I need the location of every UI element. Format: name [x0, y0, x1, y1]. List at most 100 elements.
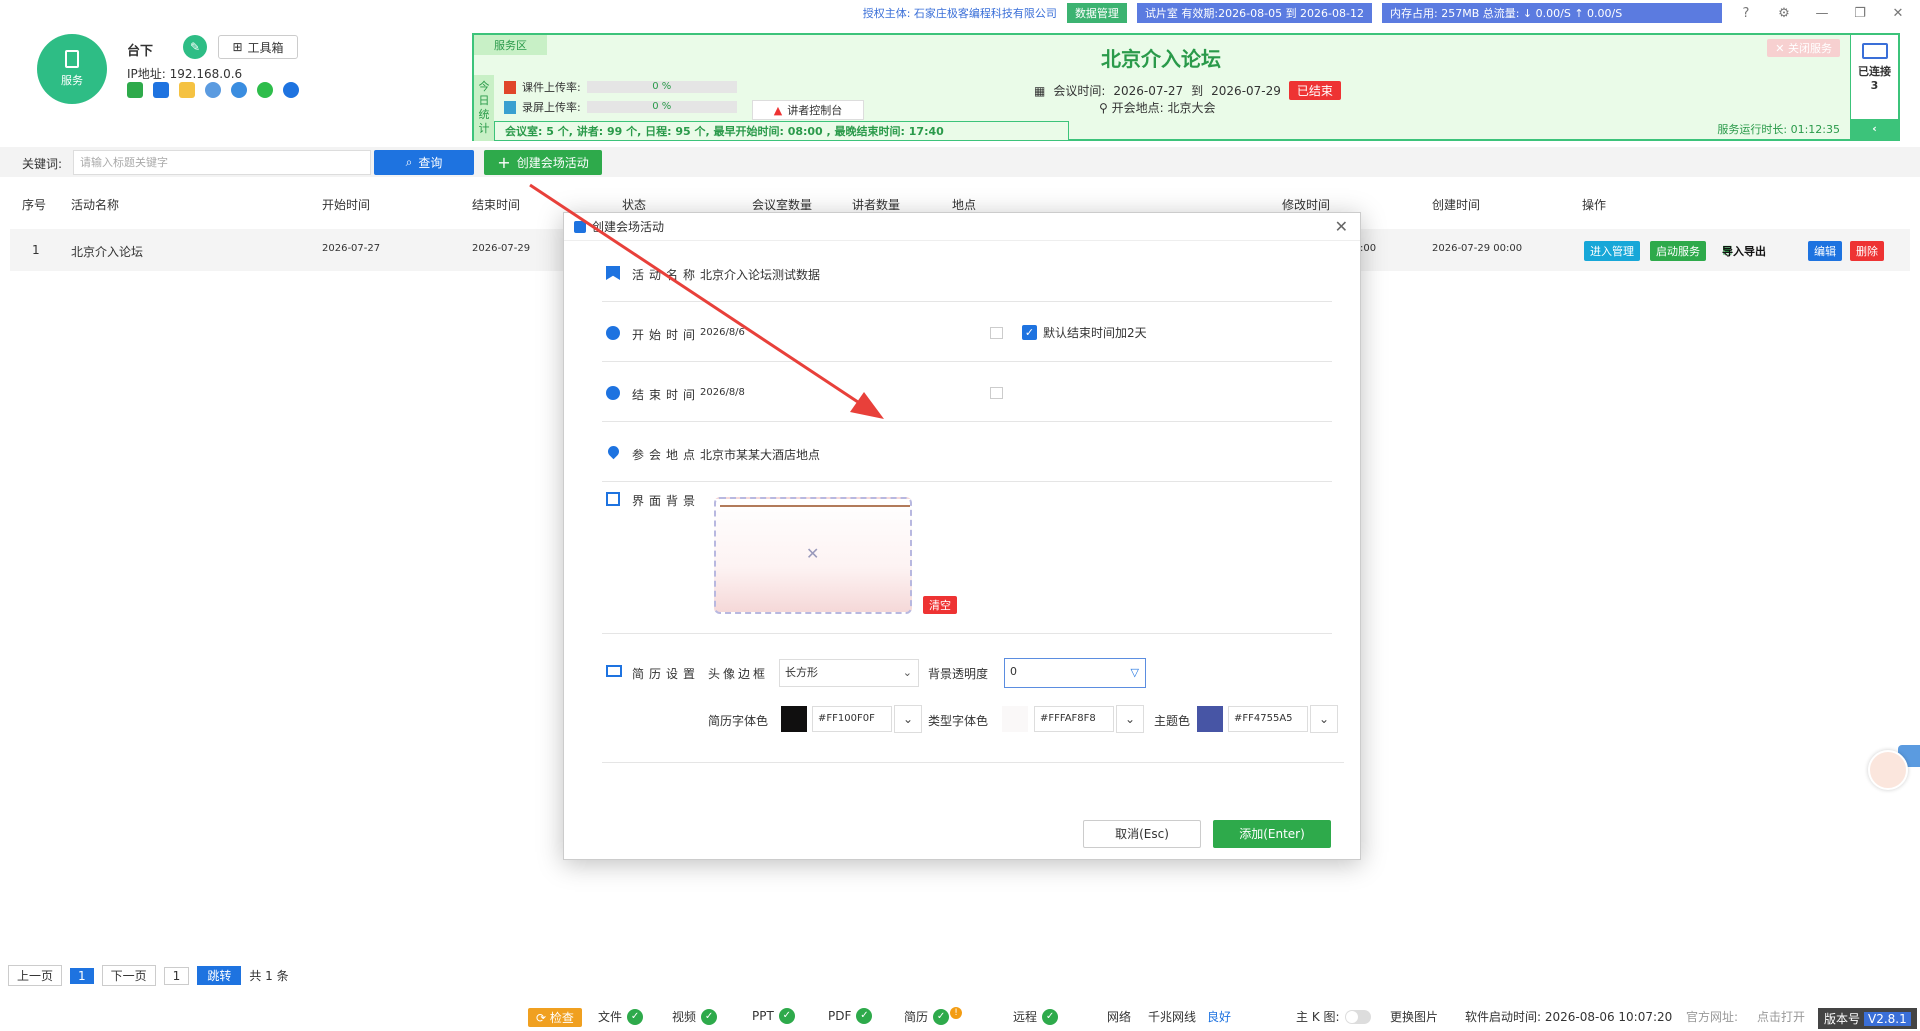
chevron-left-icon[interactable]: ‹	[1851, 119, 1898, 139]
restore-icon[interactable]: ❐	[1846, 6, 1874, 21]
close-service-button[interactable]: ✕ 关闭服务	[1767, 39, 1840, 57]
query-button[interactable]: ⌕ 查询	[374, 150, 474, 175]
globe-icon[interactable]	[231, 82, 247, 98]
default-end-checkbox[interactable]: ✓ 默认结束时间加2天	[1022, 324, 1147, 341]
k-map-toggle[interactable]: 主 K 图:	[1296, 1008, 1371, 1025]
memory-traffic-status: 内存占用: 257MB 总流量: ↓ 0.00/S ↑ 0.00/S	[1382, 3, 1722, 23]
next-page-button[interactable]: 下一页	[101, 965, 156, 986]
plus-icon: +	[497, 153, 511, 172]
monitor-icon[interactable]	[153, 82, 169, 98]
col-rooms: 会议室数量	[752, 198, 813, 212]
clear-background-button[interactable]: 清空	[923, 596, 957, 614]
open-site-link[interactable]: 点击打开	[1757, 1008, 1805, 1025]
gear-icon[interactable]: ⚙	[1770, 6, 1798, 21]
end-time-input[interactable]: 2026/8/8	[700, 387, 745, 398]
start-service-button[interactable]: 启动服务	[1650, 241, 1706, 261]
col-status: 状态	[622, 198, 647, 212]
check-icon: ✓	[1042, 1008, 1059, 1025]
clock-icon	[606, 326, 620, 340]
avatar-border-select[interactable]: 长方形 ⌄	[779, 659, 919, 687]
edit-button[interactable]: 编辑	[1808, 241, 1842, 261]
dialog-title: 创建会场活动	[592, 220, 665, 234]
col-speakers: 讲者数量	[852, 198, 901, 212]
type-font-swatch[interactable]	[1002, 706, 1028, 732]
check-button[interactable]: ⟳ 检查	[528, 1008, 582, 1027]
delete-button[interactable]: 删除	[1850, 241, 1884, 261]
clock-icon	[606, 386, 620, 400]
background-thumbnail[interactable]: ✕	[714, 497, 912, 614]
connected-panel[interactable]: 已连接 3 ‹	[1850, 35, 1898, 139]
theme-color-hex[interactable]: #FF4755A5	[1228, 706, 1308, 732]
theme-color-swatch[interactable]	[1197, 706, 1223, 732]
change-image-button[interactable]: 更换图片	[1390, 1008, 1438, 1025]
page-input[interactable]: 1	[163, 966, 190, 985]
import-export-button[interactable]: ▣ 导入导出	[1716, 241, 1766, 258]
assistant-avatar[interactable]	[1868, 750, 1908, 790]
system-bar: 授权主体: 石家庄极客编程科技有限公司 数据管理 试片室 有效期:2026-08…	[0, 0, 1920, 26]
server-icon	[65, 50, 79, 68]
edit-icon[interactable]: ✎	[183, 35, 207, 59]
app-icon	[574, 220, 586, 233]
remove-icon[interactable]: ✕	[806, 544, 819, 563]
network-status: 网络 千兆网线 良好	[1107, 1010, 1232, 1024]
cancel-button[interactable]: 取消(Esc)	[1083, 820, 1201, 848]
calendar-icon[interactable]	[990, 387, 1003, 399]
start-time-input[interactable]: 2026/8/6	[700, 327, 745, 338]
resume-font-swatch[interactable]	[781, 706, 807, 732]
video-status: 视频 ✓	[672, 1008, 718, 1025]
type-font-hex[interactable]: #FFFAF8F8	[1034, 706, 1114, 732]
activity-name-input[interactable]: 北京介入论坛测试数据	[700, 266, 820, 283]
remote-icon[interactable]	[283, 82, 299, 98]
col-index: 序号	[22, 198, 47, 212]
remote-status: 远程 ✓	[1013, 1008, 1059, 1025]
resume-font-hex[interactable]: #FF100F0F	[812, 706, 892, 732]
keyword-input[interactable]: 请输入标题关键字	[73, 150, 371, 175]
col-location: 地点	[952, 198, 977, 212]
chevron-down-icon[interactable]: ⌄	[1116, 705, 1144, 733]
speaker-icon[interactable]	[127, 82, 143, 98]
current-page[interactable]: 1	[70, 967, 94, 984]
bg-opacity-select[interactable]: 0 ▽	[1004, 658, 1146, 688]
wechat-icon[interactable]	[257, 82, 273, 98]
dialog-close-icon[interactable]: ✕	[1335, 217, 1348, 236]
toggle-switch[interactable]	[1344, 1009, 1371, 1024]
close-icon[interactable]: ✕	[1884, 6, 1912, 21]
toolbox-button[interactable]: ⊞ 工具箱	[218, 35, 298, 59]
row-name: 北京介入论坛	[71, 245, 144, 259]
alarm-icon: ▲	[773, 103, 783, 117]
search-bar: 关键词: 请输入标题关键字 ⌕ 查询 + 创建会场活动	[0, 147, 1920, 177]
help-icon[interactable]: ?	[1732, 6, 1760, 21]
end-time-row: 结束时间 2026/8/8	[602, 362, 1332, 422]
jump-button[interactable]: 跳转	[197, 966, 242, 985]
minimize-icon[interactable]: —	[1808, 6, 1836, 21]
location-input[interactable]: 北京市某某大酒店地点	[700, 446, 820, 463]
service-status-circle[interactable]: 服务	[37, 34, 107, 104]
check-icon: ✓	[701, 1008, 718, 1025]
start-time-row: 开始时间 2026/8/6 ✓ 默认结束时间加2天	[602, 302, 1332, 362]
warning-icon: !	[950, 1006, 963, 1019]
create-activity-button[interactable]: + 创建会场活动	[484, 150, 602, 175]
data-management-button[interactable]: 数据管理	[1066, 3, 1127, 23]
screen-label: 录屏上传率:	[522, 101, 581, 114]
check-icon: ✓	[627, 1008, 644, 1025]
folder-icon[interactable]	[179, 82, 195, 98]
location-icon: ⚲	[1099, 101, 1108, 115]
chevron-down-icon[interactable]: ⌄	[894, 705, 922, 733]
speaker-console-button[interactable]: ▲ 讲者控制台	[752, 100, 864, 120]
prev-page-button[interactable]: 上一页	[8, 965, 63, 986]
pin-icon	[605, 443, 622, 460]
col-actions: 操作	[1582, 198, 1607, 212]
today-stats-strip: 会议室: 5 个, 讲者: 99 个, 日程: 95 个, 最早开始时间: 08…	[494, 121, 1069, 141]
calendar-icon[interactable]	[990, 327, 1003, 339]
col-modified: 修改时间	[1282, 198, 1331, 212]
grid-icon: ⊞	[232, 40, 243, 54]
chevron-down-icon[interactable]: ⌄	[1310, 705, 1338, 733]
status-footer: ⟳ 检查 文件 ✓ 视频 ✓ PPT ✓ PDF ✓ 简历 ✓! 远程 ✓ 网络 千兆网线 良好…	[0, 1000, 1920, 1031]
network-icon[interactable]	[205, 82, 221, 98]
connected-count: 3	[1870, 79, 1879, 92]
connected-label: 已连接	[1858, 65, 1891, 78]
enter-manage-button[interactable]: 进入管理	[1584, 241, 1640, 261]
add-button[interactable]: 添加(Enter)	[1213, 820, 1331, 848]
screen-upload-row: 录屏上传率: 0 %	[504, 99, 737, 115]
col-end: 结束时间	[472, 198, 521, 212]
